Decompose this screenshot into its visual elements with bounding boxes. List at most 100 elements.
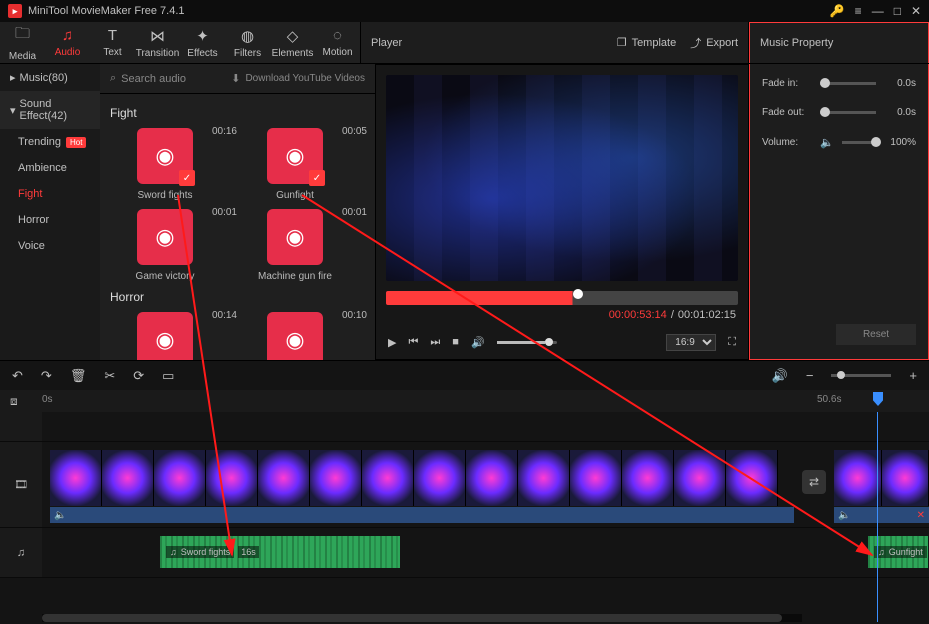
player-title: Player	[371, 37, 402, 49]
playhead-line	[877, 412, 878, 622]
tab-media[interactable]: 🗀 Media	[0, 22, 45, 63]
audio-thumb-icon: ◉ 00:01	[267, 209, 323, 265]
undo-button[interactable]: ↶	[12, 368, 23, 384]
sub-voice[interactable]: Voice	[0, 233, 100, 259]
tab-text[interactable]: T Text	[90, 22, 135, 63]
zoom-in-button[interactable]: +	[909, 368, 917, 383]
zoom-out-button[interactable]: −	[806, 368, 814, 383]
asset-gunfight[interactable]: ◉ 00:05 ✓ Gunfight	[240, 128, 350, 201]
speed-button[interactable]: ⟳	[133, 368, 144, 384]
zoom-slider[interactable]	[831, 374, 891, 377]
asset-horror-2[interactable]: ◉ 00:10	[240, 312, 350, 360]
music-icon: ♫	[62, 27, 73, 44]
playhead-icon[interactable]	[873, 392, 883, 406]
note-icon: ♫	[878, 547, 885, 557]
template-button[interactable]: ❐ Template	[617, 36, 677, 49]
category-music[interactable]: ▸ Music(80)	[0, 64, 100, 91]
property-title: Music Property	[760, 37, 833, 49]
video-clip-1[interactable]	[50, 450, 794, 506]
player-panel: 00:00:53:14 / 00:01:02:15 ▶ ⏮ ⏭ ■ 🔊 16:9…	[375, 64, 749, 360]
sub-trending[interactable]: Trending Hot	[0, 129, 100, 155]
scrollbar-thumb[interactable]	[42, 614, 782, 622]
prop-value: 100%	[884, 137, 916, 148]
timeline-scrollbar[interactable]	[42, 614, 802, 622]
clip-remove-icon[interactable]: ✕	[917, 510, 925, 521]
audio-track[interactable]: ♫ ♫ Sword fights 16s ♫ Gunfight	[0, 528, 929, 578]
audio-clip-sword[interactable]: ♫ Sword fights 16s	[160, 536, 400, 568]
tab-motion[interactable]: ◌ Motion	[315, 22, 360, 63]
play-button[interactable]: ▶	[388, 336, 396, 349]
audio-thumb-icon: ◉ 00:10	[267, 312, 323, 360]
tab-label: Transition	[136, 48, 180, 59]
category-label: Sound Effect(42)	[20, 98, 90, 122]
clip-volume-strip[interactable]: 🔈	[50, 507, 794, 523]
redo-button[interactable]: ↷	[41, 368, 52, 384]
video-track[interactable]: 🎞 🔈 ⇄ 🔈 ✕	[0, 442, 929, 528]
download-label: Download YouTube Videos	[245, 73, 365, 84]
title-bar: ▸ MiniTool MovieMaker Free 7.4.1 🔑 ≡ — □…	[0, 0, 929, 22]
download-youtube-button[interactable]: ⬇ Download YouTube Videos	[231, 72, 365, 85]
film-icon: 🎞	[14, 478, 28, 491]
tab-transition[interactable]: ⋈ Transition	[135, 22, 180, 63]
clip-volume-strip[interactable]: 🔈 ✕	[834, 507, 929, 523]
license-key-icon[interactable]: 🔑	[830, 4, 845, 18]
close-icon[interactable]: ✕	[911, 4, 921, 18]
aspect-ratio-select[interactable]: 16:9	[666, 334, 716, 351]
fade-in-slider[interactable]	[820, 82, 876, 85]
asset-machine-gun[interactable]: ◉ 00:01 Machine gun fire	[240, 209, 350, 282]
crop-button[interactable]: ▭	[162, 368, 174, 384]
audio-thumb-icon: ◉ 00:16 ✓	[137, 128, 193, 184]
fade-out-slider[interactable]	[820, 111, 876, 114]
app-logo-icon: ▸	[8, 4, 22, 18]
sub-fight[interactable]: Fight	[0, 181, 100, 207]
section-title-horror: Horror	[110, 290, 365, 304]
reset-button[interactable]: Reset	[836, 324, 916, 345]
volume-prop-slider[interactable]	[842, 141, 876, 144]
asset-game-victory[interactable]: ◉ 00:01 Game victory	[110, 209, 220, 282]
fullscreen-button[interactable]: ⛶	[728, 336, 736, 349]
video-clip-2[interactable]	[834, 450, 929, 506]
video-preview[interactable]	[386, 75, 738, 281]
speaker-icon[interactable]: 🔈	[820, 136, 834, 149]
tab-filters[interactable]: ◍ Filters	[225, 22, 270, 63]
stop-button[interactable]: ■	[452, 336, 459, 348]
prop-value: 0.0s	[884, 78, 916, 89]
audio-settings-icon[interactable]: 🔊	[772, 368, 788, 384]
category-sound-effect[interactable]: ▾ Sound Effect(42)	[0, 91, 100, 129]
prev-frame-button[interactable]: ⏮	[408, 336, 418, 349]
folder-icon: 🗀	[15, 23, 30, 48]
scrub-bar[interactable]	[386, 291, 738, 305]
scrub-knob[interactable]	[573, 289, 583, 299]
prop-fade-out: Fade out: 0.0s	[762, 107, 916, 118]
effects-icon: ✦	[196, 27, 209, 45]
volume-slider[interactable]	[497, 341, 557, 344]
prop-label: Fade out:	[762, 107, 812, 118]
volume-icon[interactable]: 🔊	[471, 336, 485, 349]
asset-duration: 00:16	[212, 126, 237, 137]
main-toolbar: 🗀 Media ♫ Audio T Text ⋈ Transition ✦ Ef…	[0, 22, 929, 64]
export-button[interactable]: ⤴ Export	[690, 35, 738, 51]
time-current: 00:00:53:14	[609, 309, 667, 321]
sub-horror[interactable]: Horror	[0, 207, 100, 233]
swap-button[interactable]: ⇄	[802, 470, 826, 494]
next-frame-button[interactable]: ⏭	[430, 336, 440, 349]
asset-horror-1[interactable]: ◉ 00:14	[110, 312, 220, 360]
snap-icon[interactable]: ⧈	[10, 394, 18, 409]
clip-label: Gunfight	[889, 547, 923, 557]
tab-elements[interactable]: ◇ Elements	[270, 22, 315, 63]
elements-icon: ◇	[287, 27, 299, 45]
sub-ambience[interactable]: Ambience	[0, 155, 100, 181]
asset-sword-fights[interactable]: ◉ 00:16 ✓ Sword fights	[110, 128, 220, 201]
maximize-icon[interactable]: □	[894, 4, 901, 18]
template-icon: ❐	[617, 36, 627, 49]
timeline-ruler[interactable]: ⧈ 0s 50.6s	[0, 390, 929, 412]
tab-audio[interactable]: ♫ Audio	[45, 22, 90, 63]
minimize-icon[interactable]: —	[872, 4, 884, 18]
menu-icon[interactable]: ≡	[855, 4, 862, 18]
delete-button[interactable]: 🗑	[70, 368, 87, 384]
split-button[interactable]: ✂	[104, 368, 115, 384]
search-input[interactable]: ⌕ Search audio	[110, 72, 186, 85]
asset-name: Machine gun fire	[258, 271, 332, 282]
tab-effects[interactable]: ✦ Effects	[180, 22, 225, 63]
sub-label: Ambience	[18, 162, 67, 174]
